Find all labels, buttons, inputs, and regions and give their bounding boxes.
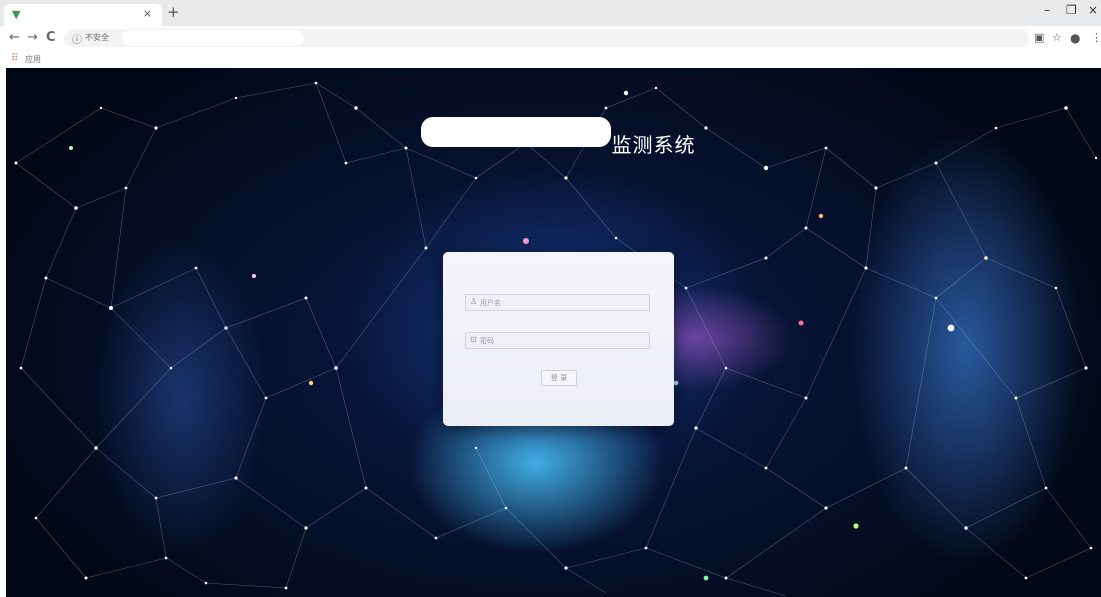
new-tab-button[interactable]: + [167,3,180,21]
minimize-button[interactable]: – [1044,3,1050,17]
close-tab-icon[interactable]: × [143,7,152,20]
bookmark-star-icon[interactable]: ☆ [1052,31,1062,44]
vue-logo-icon: ▼ [12,8,21,21]
close-window-button[interactable]: × [1088,3,1098,17]
forward-button[interactable]: → [27,30,38,45]
title-redaction [421,117,611,147]
browser-tab[interactable]: ▼ × [4,4,162,26]
page-background: 监测系统 ♙ ⊡ 登 录 [6,68,1101,597]
lock-icon: ⊡ [470,335,477,344]
tab-strip: ▼ × + – ❐ × [0,0,1101,26]
page-title-text: 监测系统 [611,133,696,157]
password-input[interactable] [480,334,645,347]
menu-icon[interactable]: ⋮ [1091,31,1101,44]
url-redaction [122,30,304,46]
profile-icon[interactable]: ● [1070,31,1080,45]
bookmarks-bar: ⠿ 应用 [0,50,1101,68]
browser-toolbar: ← → C ⓘ 不安全 ▣ ☆ ● ⋮ [0,26,1101,50]
apps-label[interactable]: 应用 [25,54,41,65]
password-field[interactable]: ⊡ [465,332,650,349]
reload-button[interactable]: C [46,30,56,45]
user-icon: ♙ [470,297,478,306]
username-input[interactable] [480,296,645,309]
back-button[interactable]: ← [9,30,20,45]
apps-grid-icon[interactable]: ⠿ [11,53,18,64]
browser-chrome: ▼ × + – ❐ × ← → C ⓘ 不安全 ▣ ☆ ● ⋮ ⠿ 应用 [0,0,1101,68]
username-field[interactable]: ♙ [465,294,650,311]
translate-icon[interactable]: ▣ [1034,31,1044,44]
security-label: 不安全 [85,33,109,42]
address-bar[interactable]: ⓘ 不安全 [64,29,1029,47]
info-icon[interactable]: ⓘ [72,31,82,46]
login-card: ♙ ⊡ 登 录 [443,252,674,426]
login-button[interactable]: 登 录 [541,370,577,386]
restore-button[interactable]: ❐ [1066,3,1077,17]
